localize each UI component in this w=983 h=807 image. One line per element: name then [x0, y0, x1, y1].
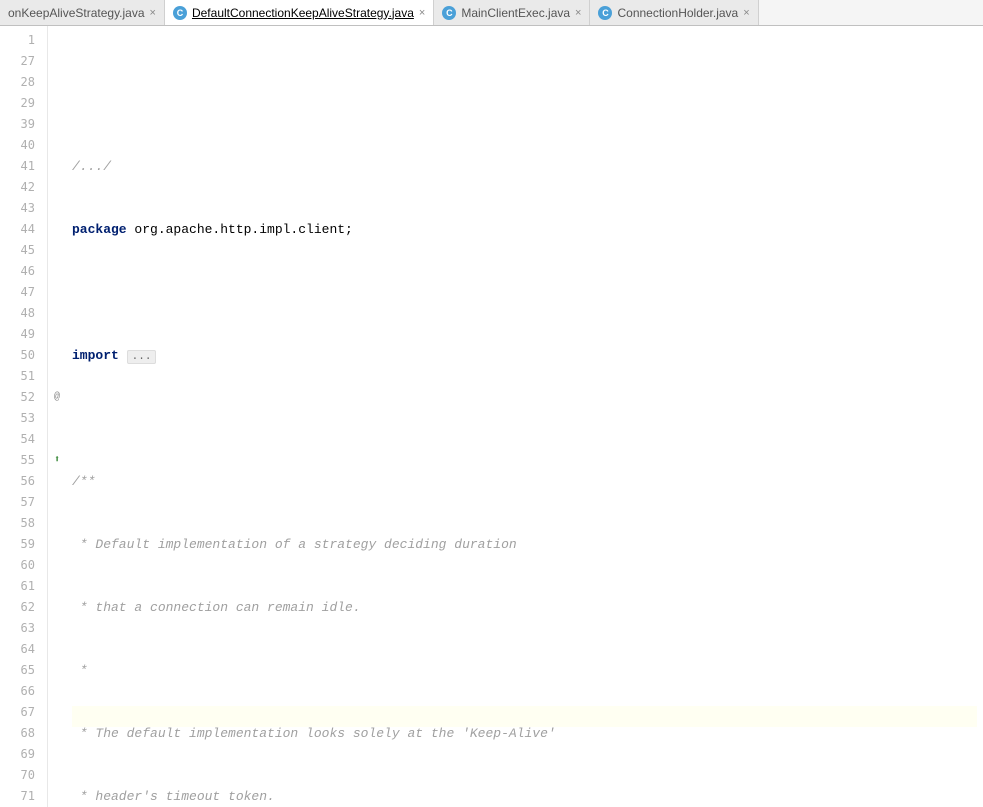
code-line: * Default implementation of a strategy d… [72, 534, 977, 555]
tab-file-0[interactable]: onKeepAliveStrategy.java × [0, 0, 165, 25]
tab-file-3[interactable]: C ConnectionHolder.java × [590, 0, 758, 25]
marker-column: @⬆ [48, 26, 66, 807]
code-line: * [72, 660, 977, 681]
code-line: * that a connection can remain idle. [72, 597, 977, 618]
class-icon: C [598, 6, 612, 20]
code-line: * The default implementation looks solel… [72, 723, 977, 744]
fold-placeholder[interactable]: ... [127, 350, 157, 364]
tab-file-2[interactable]: C MainClientExec.java × [434, 0, 590, 25]
close-icon[interactable]: × [575, 7, 581, 19]
tab-label: DefaultConnectionKeepAliveStrategy.java [192, 6, 414, 20]
code-line: import ... [72, 345, 977, 366]
class-icon: C [173, 6, 187, 20]
line-numbers: 1272829394041424344454647484950515253545… [0, 26, 48, 807]
close-icon[interactable]: × [419, 7, 425, 19]
close-icon[interactable]: × [150, 7, 156, 19]
class-icon: C [442, 6, 456, 20]
code-editor[interactable]: 1272829394041424344454647484950515253545… [0, 26, 983, 807]
code-line: * header's timeout token. [72, 786, 977, 807]
close-icon[interactable]: × [743, 7, 749, 19]
code-line [72, 282, 977, 303]
code-line: package org.apache.http.impl.client; [72, 219, 977, 240]
code-line: /.../ [72, 156, 977, 177]
tab-label: MainClientExec.java [461, 6, 570, 20]
tab-label: ConnectionHolder.java [617, 6, 738, 20]
tab-label: onKeepAliveStrategy.java [8, 6, 145, 20]
code-line: /** [72, 471, 977, 492]
editor-tabs: onKeepAliveStrategy.java × C DefaultConn… [0, 0, 983, 26]
code-line [72, 408, 977, 429]
tab-file-1[interactable]: C DefaultConnectionKeepAliveStrategy.jav… [165, 0, 434, 25]
code-area[interactable]: /.../ package org.apache.http.impl.clien… [66, 26, 983, 807]
